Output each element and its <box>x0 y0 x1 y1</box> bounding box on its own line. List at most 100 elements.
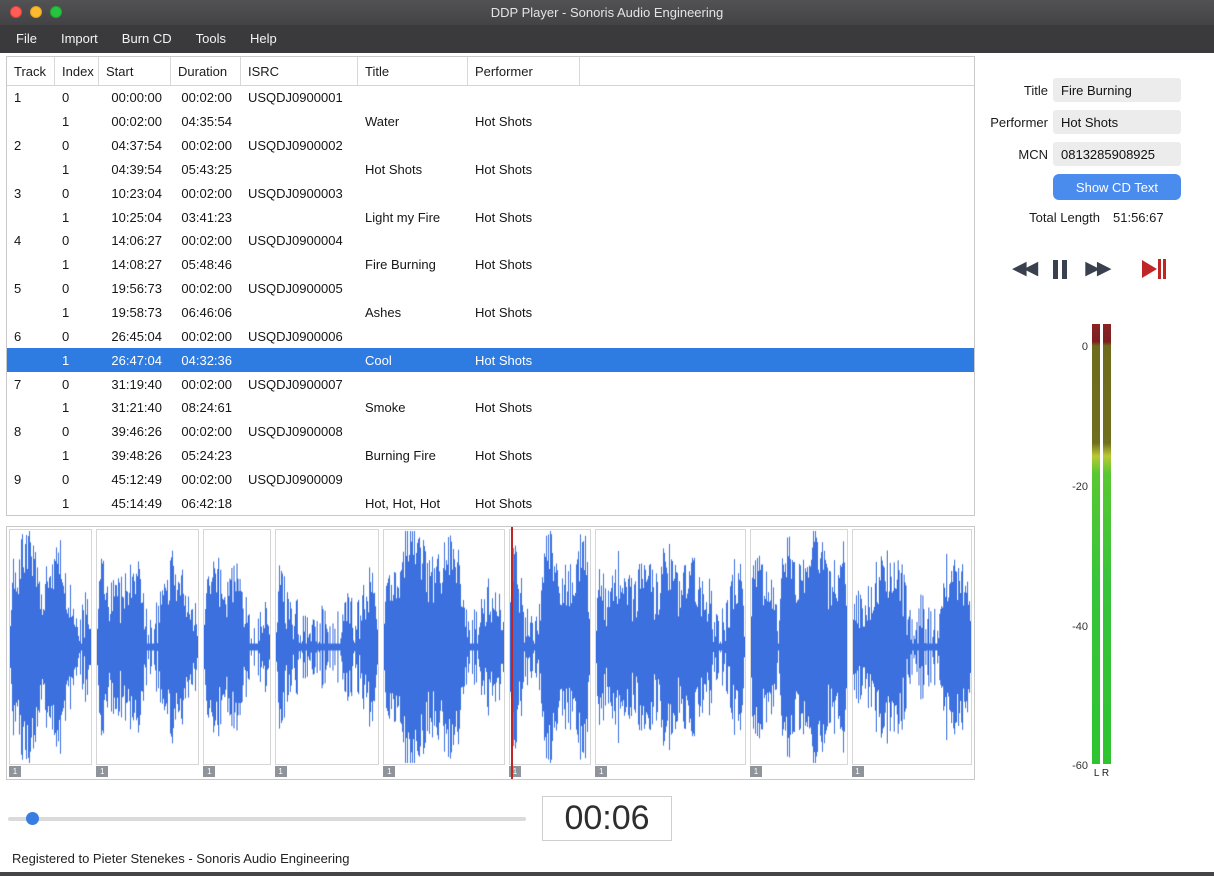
table-cell: 1 <box>62 209 70 225</box>
pause-button[interactable] <box>1053 259 1070 279</box>
table-row[interactable]: 9 0 45:12:49 00:02:00 USQDJ0900009 <box>7 468 974 492</box>
table-row[interactable]: 4 0 14:06:27 00:02:00 USQDJ0900004 <box>7 229 974 253</box>
table-row[interactable]: 3 0 10:23:04 00:02:00 USQDJ0900003 <box>7 181 974 205</box>
table-cell: 00:02:00 <box>181 185 232 201</box>
table-cell: USQDJ0900001 <box>248 90 343 106</box>
table-cell: 7 <box>14 376 22 392</box>
table-cell: 1 <box>62 352 70 368</box>
table-row[interactable]: 1 39:48:26 05:24:23 Burning Fire Hot Shots <box>7 444 974 468</box>
table-row[interactable]: 8 0 39:46:26 00:02:00 USQDJ0900008 <box>7 420 974 444</box>
column-header-performer[interactable]: Performer <box>468 57 580 85</box>
table-cell: 00:02:00 <box>181 233 232 249</box>
table-cell: Burning Fire <box>365 448 436 464</box>
meter-channel-labels: L R <box>1093 768 1110 779</box>
table-cell: 0 <box>62 90 70 106</box>
pause-icon <box>1053 259 1059 279</box>
table-row[interactable]: 1 14:08:27 05:48:46 Fire Burning Hot Shots <box>7 253 974 277</box>
index-marker: 1 <box>749 766 762 777</box>
table-cell: 1 <box>62 400 70 416</box>
menu-item-help[interactable]: Help <box>238 25 289 53</box>
seek-groove[interactable] <box>8 817 526 821</box>
menu-item-tools[interactable]: Tools <box>184 25 238 53</box>
table-cell: 45:14:49 <box>111 495 162 511</box>
performer-field[interactable] <box>1053 110 1181 134</box>
table-cell: USQDJ0900006 <box>248 328 343 344</box>
table-cell: 31:19:40 <box>111 376 162 392</box>
waveform-segment[interactable]: 1 <box>274 529 380 777</box>
column-header-duration[interactable]: Duration <box>171 57 241 85</box>
performer-field-label: Performer <box>990 114 1048 130</box>
table-row[interactable]: 1 00:02:00 04:35:54 Water Hot Shots <box>7 110 974 134</box>
table-row[interactable]: 1 10:25:04 03:41:23 Light my Fire Hot Shots <box>7 205 974 229</box>
table-row[interactable]: 1 26:47:04 04:32:36 Cool Hot Shots <box>7 348 974 373</box>
column-header-title[interactable]: Title <box>358 57 468 85</box>
table-cell: Smoke <box>365 400 406 416</box>
column-header-index[interactable]: Index <box>55 57 99 85</box>
table-cell: 0 <box>62 281 70 297</box>
waveform-segment[interactable]: 1 <box>203 529 271 777</box>
menu-item-import[interactable]: Import <box>49 25 110 53</box>
meter-scale-label: -60 <box>1072 760 1088 772</box>
waveform-segment[interactable]: 1 <box>749 529 848 777</box>
table-cell: 31:21:40 <box>111 400 162 416</box>
fast-forward-button[interactable]: ▶▶ <box>1085 256 1111 282</box>
table-row[interactable]: 5 0 19:56:73 00:02:00 USQDJ0900005 <box>7 277 974 301</box>
table-cell: 14:08:27 <box>111 257 162 273</box>
minimize-window-button[interactable] <box>30 6 42 18</box>
table-row[interactable]: 6 0 26:45:04 00:02:00 USQDJ0900006 <box>7 324 974 348</box>
table-cell: 04:39:54 <box>111 161 162 177</box>
menu-item-burn-cd[interactable]: Burn CD <box>110 25 184 53</box>
table-cell: 04:37:54 <box>111 138 162 154</box>
table-row[interactable]: 7 0 31:19:40 00:02:00 USQDJ0900007 <box>7 372 974 396</box>
meter-bar-right <box>1103 324 1111 764</box>
table-row[interactable]: 1 0 00:00:00 00:02:00 USQDJ0900001 <box>7 86 974 110</box>
waveform-segment[interactable]: 1 <box>9 529 93 777</box>
zoom-window-button[interactable] <box>50 6 62 18</box>
table-cell: 8 <box>14 424 22 440</box>
index-marker: 1 <box>383 766 396 777</box>
table-cell: Hot Shots <box>365 161 423 177</box>
waveform-segment[interactable]: 1 <box>383 529 505 777</box>
close-window-button[interactable] <box>10 6 22 18</box>
window-title: DDP Player - Sonoris Audio Engineering <box>490 5 724 20</box>
seek-slider[interactable] <box>8 812 526 826</box>
column-header-track[interactable]: Track <box>7 57 55 85</box>
table-row[interactable]: 1 31:21:40 08:24:61 Smoke Hot Shots <box>7 396 974 420</box>
column-header-start[interactable]: Start <box>99 57 171 85</box>
column-header-isrc[interactable]: ISRC <box>241 57 358 85</box>
table-cell: 00:02:00 <box>181 90 232 106</box>
table-cell: Hot Shots <box>475 448 533 464</box>
rewind-button[interactable]: ◀◀ <box>1012 256 1038 282</box>
table-cell: 19:56:73 <box>111 281 162 297</box>
table-row[interactable]: 1 45:14:49 06:42:18 Hot, Hot, Hot Hot Shots <box>7 491 974 515</box>
time-display: 00:06 <box>542 796 672 841</box>
table-cell: 00:02:00 <box>181 138 232 154</box>
table-cell: 1 <box>62 161 70 177</box>
table-body: 1 0 00:00:00 00:02:00 USQDJ0900001 1 00:02:00 0… <box>7 86 974 515</box>
waveform-segment[interactable]: 1 <box>595 529 746 777</box>
show-cd-text-button[interactable]: Show CD Text <box>1053 174 1181 200</box>
table-cell: 04:35:54 <box>181 114 232 130</box>
title-field[interactable] <box>1053 78 1181 102</box>
table-cell: 06:46:06 <box>181 305 232 321</box>
play-to-marker-icon <box>1142 259 1167 279</box>
seek-thumb[interactable] <box>26 812 39 825</box>
table-row[interactable]: 1 19:58:73 06:46:06 Ashes Hot Shots <box>7 301 974 325</box>
table-row[interactable]: 1 04:39:54 05:43:25 Hot Shots Hot Shots <box>7 158 974 182</box>
table-cell: Water <box>365 114 400 130</box>
registration-status: Registered to Pieter Stenekes - Sonoris … <box>12 851 350 866</box>
mcn-field[interactable] <box>1053 142 1181 166</box>
table-cell: 1 <box>62 305 70 321</box>
menu-item-file[interactable]: File <box>4 25 49 53</box>
index-marker: 1 <box>203 766 216 777</box>
table-cell: Hot Shots <box>475 305 533 321</box>
table-cell: 00:02:00 <box>181 281 232 297</box>
table-row[interactable]: 2 0 04:37:54 00:02:00 USQDJ0900002 <box>7 134 974 158</box>
window-controls <box>10 6 62 18</box>
table-cell: 5 <box>14 281 22 297</box>
play-to-marker-button[interactable] <box>1140 257 1168 281</box>
waveform-segment[interactable]: 1 <box>96 529 200 777</box>
waveform-segment[interactable]: 1 <box>508 529 592 777</box>
waveform-segment[interactable]: 1 <box>851 529 973 777</box>
table-cell: 39:46:26 <box>111 424 162 440</box>
